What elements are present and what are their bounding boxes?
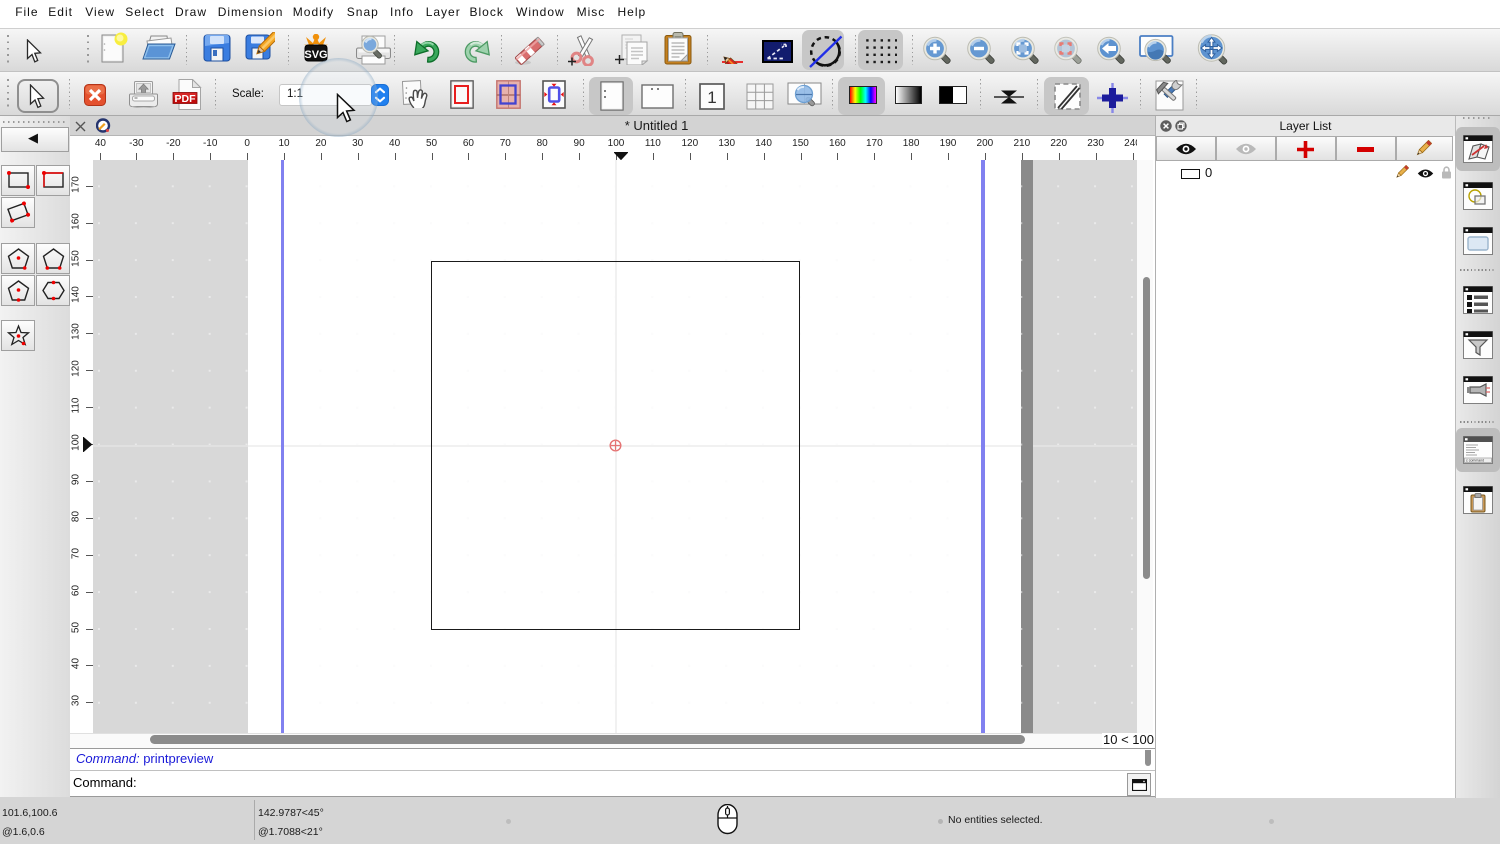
svg-text:PDF: PDF xyxy=(175,93,197,105)
svg-text:1: 1 xyxy=(707,88,716,107)
svg-text:SVG: SVG xyxy=(304,49,327,61)
svg-text:c command: c command xyxy=(1466,459,1484,463)
